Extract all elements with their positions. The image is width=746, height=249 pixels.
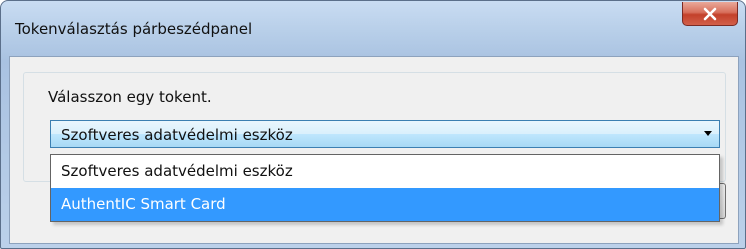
close-button[interactable] (682, 2, 738, 26)
token-prompt-label: Válasszon egy tokent. (48, 88, 212, 106)
close-icon (702, 7, 718, 21)
dialog-window: Tokenválasztás párbeszédpanel Válasszon … (0, 0, 746, 249)
dropdown-option-smart-card[interactable]: AuthentIC Smart Card (51, 188, 719, 221)
token-dropdown-list[interactable]: Szoftveres adatvédelmi eszköz AuthentIC … (50, 154, 720, 222)
token-select[interactable]: Szoftveres adatvédelmi eszköz (50, 120, 720, 148)
dropdown-option-software-token[interactable]: Szoftveres adatvédelmi eszköz (51, 155, 719, 188)
window-title: Tokenválasztás párbeszédpanel (15, 20, 253, 38)
dropdown-arrow-icon[interactable] (704, 131, 712, 136)
title-bar[interactable]: Tokenválasztás párbeszédpanel (1, 1, 745, 57)
token-select-value: Szoftveres adatvédelmi eszköz (61, 126, 293, 144)
dialog-button-edge[interactable] (720, 183, 726, 219)
